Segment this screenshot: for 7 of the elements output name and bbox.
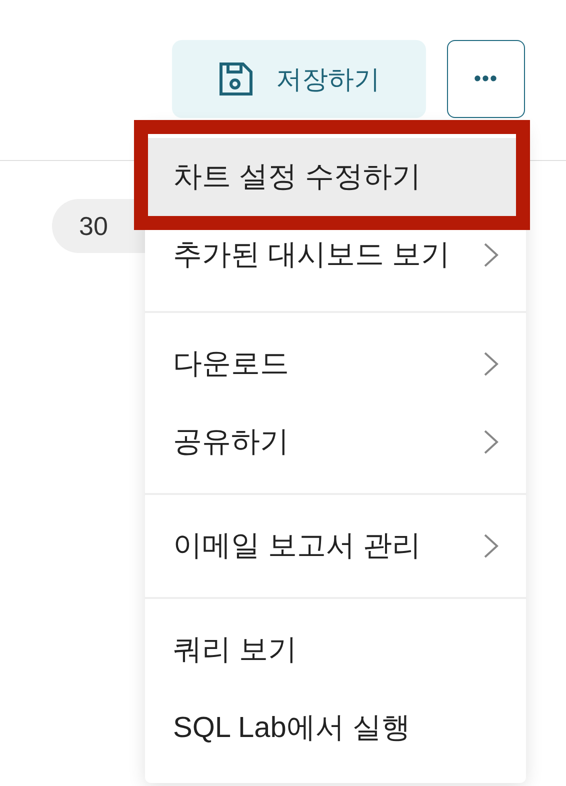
save-button[interactable]: 저장하기 [172, 40, 426, 118]
menu-item[interactable]: SQL Lab에서 실행 [145, 689, 526, 767]
menu-item[interactable]: 공유하기 [145, 403, 526, 481]
menu-item[interactable]: 이메일 보고서 관리 [145, 507, 526, 585]
menu-item[interactable]: 다운로드 [145, 325, 526, 403]
menu-item[interactable]: 쿼리 보기 [145, 611, 526, 689]
more-button[interactable]: ••• [447, 40, 525, 118]
